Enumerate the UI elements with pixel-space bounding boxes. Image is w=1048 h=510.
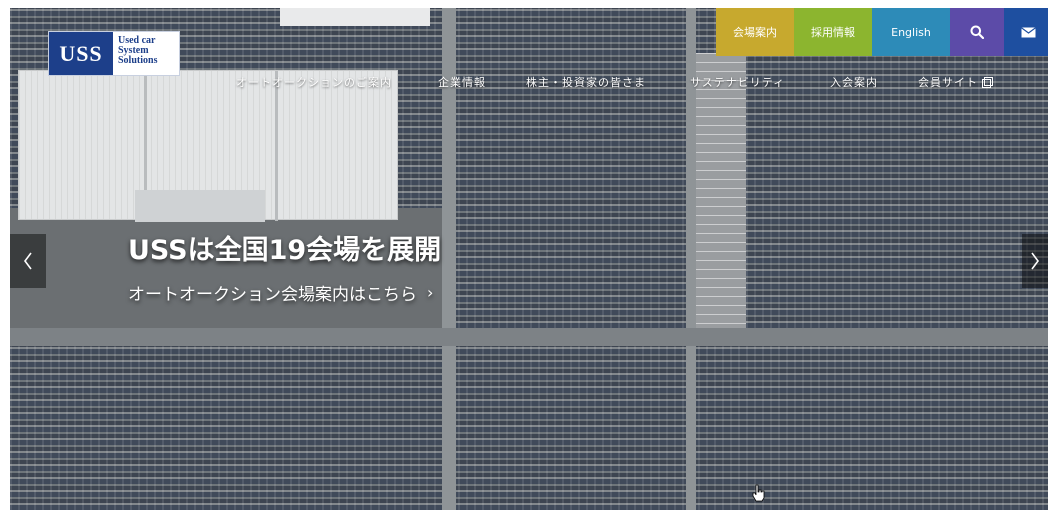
chevron-left-icon — [24, 252, 32, 270]
nav-item-auction[interactable]: オートオークションのご案内 — [236, 74, 392, 90]
external-link-icon — [982, 76, 993, 88]
chevron-right-icon — [1031, 252, 1039, 270]
search-icon — [970, 25, 984, 39]
nav-item-label: 会員サイト — [918, 76, 978, 89]
logo-text: Used car System Solutions — [113, 32, 157, 75]
carousel-next-button[interactable] — [1022, 234, 1048, 288]
venue-button[interactable]: 会場案内 — [716, 8, 794, 56]
nav-item-membership[interactable]: 入会案内 — [830, 74, 878, 90]
nav-item-company[interactable]: 企業情報 — [438, 74, 486, 90]
empty-parking-lot — [696, 53, 746, 333]
nav-item-sustainability[interactable]: サステナビリティ — [690, 74, 785, 90]
carousel-prev-button[interactable] — [10, 234, 46, 288]
warehouse-annex — [135, 190, 265, 222]
utility-bar: 会場案内 採用情報 English — [716, 8, 1048, 56]
site-logo[interactable]: USS Used car System Solutions — [48, 31, 180, 76]
venue-guide-link[interactable]: オートオークション会場案内はこちら › — [128, 280, 433, 305]
parking-road — [10, 328, 1048, 346]
hand-cursor-icon — [752, 484, 765, 502]
nav-item-member-site[interactable]: 会員サイト — [918, 74, 993, 90]
nav-item-investors[interactable]: 株主・投資家の皆さま — [526, 74, 646, 90]
mail-button[interactable] — [1004, 8, 1048, 56]
logo-mark: USS — [49, 32, 113, 75]
logo-line: Solutions — [118, 55, 158, 66]
venue-guide-label: オートオークション会場案内はこちら — [128, 285, 417, 305]
english-button[interactable]: English — [872, 8, 950, 56]
hero-headline: USSは全国19会場を展開 — [128, 235, 442, 266]
recruit-button[interactable]: 採用情報 — [794, 8, 872, 56]
parking-aisle — [10, 208, 442, 328]
mail-icon — [1020, 26, 1036, 37]
search-button[interactable] — [950, 8, 1004, 56]
roof — [280, 8, 430, 26]
chevron-right-icon: › — [427, 283, 434, 302]
